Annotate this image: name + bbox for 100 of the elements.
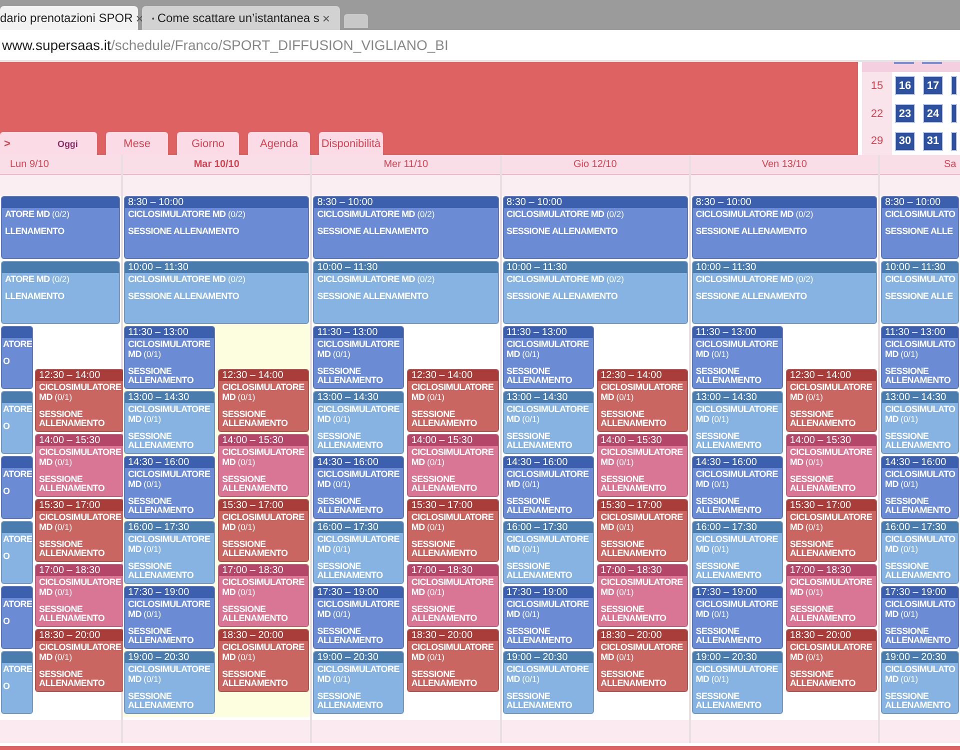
booking-slot[interactable]: 16:00 – 17:30 CICLOSIMULATORE MD (0/1) SESSIONE ALLENAMENTO (124, 521, 216, 584)
booking-slot[interactable]: 15:30 – 17:00 CICLOSIMULATORE MD (0/1) SESSIONE ALLENAMENTO (35, 499, 124, 562)
slot-description: O (3, 617, 11, 626)
booking-slot[interactable]: 12:30 – 14:00 CICLOSIMULATORE MD (0/1) SESSIONE ALLENAMENTO (407, 369, 498, 432)
date-tile[interactable]: 31 (923, 132, 943, 151)
booking-slot[interactable]: 16:00 – 17:30 CICLOSIMULATORE MD (0/1) SESSIONE ALLENAMENTO (502, 521, 594, 584)
date-tile[interactable] (951, 76, 957, 96)
booking-slot[interactable]: 8:30 – 10:00 CICLOSIMULATORE MD (0/2) SESSIONE ALLENAMENTO (692, 196, 877, 259)
booking-slot[interactable]: 14:30 – 16:00 CICLOSIMULATORE MD (0/1) SESSIONE ALLENAMENTO (124, 456, 216, 519)
booking-slot[interactable]: 10:00 – 11:30 CICLOSIMULATORE MD (0/2) SESSIONE ALLENAMENTO (124, 261, 310, 324)
booking-slot[interactable]: 17:30 – 19:00 CICLOSIMULATORE MD (0/1) SESSIONE ALLENAMENTO (124, 586, 216, 649)
view-tab[interactable]: Agenda (248, 132, 310, 155)
address-bar[interactable]: www.supersaas.it/schedule/Franco/SPORT_DIFFUSION_VIGLIANO_BI (2, 37, 448, 53)
booking-slot[interactable]: 19:00 – 20:30 CICLOSIMULATORE MD (0/1) SESSIONE ALLENAMENTO (692, 651, 783, 714)
booking-slot[interactable]: 10:00 – 11:30 CICLOSIMULATORE MD (0/2) SESSIONE ALLENAMENTO (692, 261, 877, 324)
booking-slot[interactable]: 13:00 – 14:30 CICLOSIMULATORE MD (0/1) SESSIONE ALLENAMENTO (502, 391, 594, 454)
booking-slot[interactable]: 15:30 – 17:00 CICLOSIMULATORE MD (0/1) SESSIONE ALLENAMENTO (786, 499, 877, 562)
booking-slot[interactable]: 13:00 – 14:30 CICLOSIMULATORE MD (0/1) SESSIONE ALLENAMENTO (692, 391, 783, 454)
booking-slot[interactable]: 11:30 – 13:00 CICLOSIMULATORE MD (0/1) SESSIONE ALLENAMENTO (313, 326, 404, 389)
booking-slot[interactable]: ATORE MD (0/2) LLENAMENTO (1, 196, 120, 259)
booking-slot[interactable]: 8:30 – 10:00 CICLOSIMULATORE MD (0/2) SESSIONE ALLENAMENTO (502, 196, 688, 259)
date-tile[interactable]: 17 (923, 76, 943, 96)
booking-slot[interactable]: ATORE O (1, 456, 33, 519)
booking-slot[interactable]: 16:00 – 17:30 CICLOSIMULATORE MD (0/1) SESSIONE ALLENAMENTO (313, 521, 404, 584)
booking-slot[interactable]: 18:30 – 20:00 CICLOSIMULATORE MD (0/1) SESSIONE ALLENAMENTO (407, 629, 498, 692)
booking-slot[interactable]: 8:30 – 10:00 CICLOSIMULATORE MD (0/2) SESSIONE ALLENAMENTO (313, 196, 498, 259)
slot-title: ATORE MD (0/2) (5, 274, 70, 284)
booking-slot[interactable]: 17:30 – 19:00 CICLOSIMULATORE MD (0/1) SESSIONE ALLENAMENTO (692, 586, 783, 649)
booking-slot[interactable]: 17:30 – 19:00 CICLOSIMULATORE MD (0/1) SESSIONE ALLENAMENTO (502, 586, 594, 649)
booking-slot[interactable]: ATORE O (1, 586, 33, 649)
slot-description: SESSIONE ALLENAMENTO (885, 562, 952, 580)
booking-slot[interactable]: 14:30 – 16:00 CICLOSIMULATORE MD (0/1) SESSIONE ALLENAMENTO (692, 456, 783, 519)
booking-slot[interactable]: 10:00 – 11:30 CICLOSIMULATO SESSIONE ALLE (881, 261, 959, 324)
next-arrow[interactable]: > (0, 138, 58, 150)
booking-slot[interactable]: 11:30 – 13:00 CICLOSIMULATORE MD (0/1) SESSIONE ALLENAMENTO (502, 326, 594, 389)
close-icon[interactable]: × (322, 10, 330, 26)
booking-slot[interactable]: 14:00 – 15:30 CICLOSIMULATORE MD (0/1) SESSIONE ALLENAMENTO (218, 434, 310, 497)
booking-slot[interactable]: 19:00 – 20:30 CICLOSIMULATORE MD (0/1) SESSIONE ALLENAMENTO (313, 651, 404, 714)
booking-slot[interactable]: 17:00 – 18:30 CICLOSIMULATORE MD (0/1) SESSIONE ALLENAMENTO (407, 564, 498, 627)
booking-slot[interactable]: 14:00 – 15:30 CICLOSIMULATORE MD (0/1) SESSIONE ALLENAMENTO (786, 434, 877, 497)
booking-slot[interactable]: 15:30 – 17:00 CICLOSIMULATORE MD (0/1) SESSIONE ALLENAMENTO (596, 499, 688, 562)
booking-slot[interactable]: 15:30 – 17:00 CICLOSIMULATORE MD (0/1) SESSIONE ALLENAMENTO (407, 499, 498, 562)
booking-slot[interactable]: 16:00 – 17:30 CICLOSIMULATORE MD (0/1) SESSIONE ALLENAMENTO (692, 521, 783, 584)
booking-slot[interactable]: 18:30 – 20:00 CICLOSIMULATORE MD (0/1) SESSIONE ALLENAMENTO (786, 629, 877, 692)
slot-description: SESSIONE ALLENAMENTO (39, 670, 106, 688)
slot-time: 14:00 – 15:30 (222, 435, 284, 446)
booking-slot[interactable]: 10:00 – 11:30 CICLOSIMULATORE MD (0/2) SESSIONE ALLENAMENTO (502, 261, 688, 324)
date-tile[interactable]: 30 (895, 132, 915, 151)
date-tile[interactable]: 24 (923, 104, 943, 123)
date-tile[interactable] (951, 104, 957, 123)
slot-description: SESSIONE ALLENAMENTO (696, 692, 762, 710)
booking-slot[interactable]: 14:30 – 16:00 CICLOSIMULATORE MD (0/1) SESSIONE ALLENAMENTO (502, 456, 594, 519)
booking-slot[interactable]: 14:00 – 15:30 CICLOSIMULATORE MD (0/1) SESSIONE ALLENAMENTO (596, 434, 688, 497)
booking-slot[interactable]: 12:30 – 14:00 CICLOSIMULATORE MD (0/1) SESSIONE ALLENAMENTO (596, 369, 688, 432)
slot-description: SESSIONE ALLENAMENTO (317, 562, 384, 580)
booking-slot[interactable]: 16:00 – 17:30 CICLOSIMULATO MD (0/1) SESSIONE ALLENAMENTO (881, 521, 959, 584)
slot-time: 19:00 – 20:30 (696, 652, 757, 663)
booking-slot[interactable]: 18:30 – 20:00 CICLOSIMULATORE MD (0/1) SESSIONE ALLENAMENTO (35, 629, 124, 692)
slot-title: CICLOSIMULATORE MD (0/2) (128, 209, 246, 219)
booking-slot[interactable]: 17:00 – 18:30 CICLOSIMULATORE MD (0/1) SESSIONE ALLENAMENTO (35, 564, 124, 627)
booking-slot[interactable]: 19:00 – 20:30 CICLOSIMULATORE MD (0/1) SESSIONE ALLENAMENTO (502, 651, 594, 714)
view-tab[interactable]: Mese (106, 132, 168, 155)
booking-slot[interactable]: 17:30 – 19:00 CICLOSIMULATO MD (0/1) SESSIONE ALLENAMENTO (881, 586, 959, 649)
booking-slot[interactable]: 13:00 – 14:30 CICLOSIMULATO MD (0/1) SESSIONE ALLENAMENTO (881, 391, 959, 454)
booking-slot[interactable]: 14:00 – 15:30 CICLOSIMULATORE MD (0/1) SESSIONE ALLENAMENTO (407, 434, 498, 497)
booking-slot[interactable]: 14:30 – 16:00 CICLOSIMULATORE MD (0/1) SESSIONE ALLENAMENTO (313, 456, 404, 519)
booking-slot[interactable]: ATORE O (1, 326, 33, 389)
booking-slot[interactable]: 11:30 – 13:00 CICLOSIMULATO MD (0/1) SESSIONE ALLENAMENTO (881, 326, 959, 389)
booking-slot[interactable]: 10:00 – 11:30 CICLOSIMULATORE MD (0/2) SESSIONE ALLENAMENTO (313, 261, 498, 324)
booking-slot[interactable]: 12:30 – 14:00 CICLOSIMULATORE MD (0/1) SESSIONE ALLENAMENTO (218, 369, 310, 432)
booking-slot[interactable]: 14:30 – 16:00 CICLOSIMULATO MD (0/1) SESSIONE ALLENAMENTO (881, 456, 959, 519)
booking-slot[interactable]: 17:00 – 18:30 CICLOSIMULATORE MD (0/1) SESSIONE ALLENAMENTO (596, 564, 688, 627)
booking-slot[interactable]: 14:00 – 15:30 CICLOSIMULATORE MD (0/1) SESSIONE ALLENAMENTO (35, 434, 124, 497)
browser-tab[interactable]: Come scattare un’istantanea s × (142, 6, 340, 30)
view-tab[interactable]: Giorno (177, 132, 239, 155)
booking-slot[interactable]: 13:00 – 14:30 CICLOSIMULATORE MD (0/1) SESSIONE ALLENAMENTO (313, 391, 404, 454)
booking-slot[interactable]: 13:00 – 14:30 CICLOSIMULATORE MD (0/1) SESSIONE ALLENAMENTO (124, 391, 216, 454)
booking-slot[interactable]: 19:00 – 20:30 CICLOSIMULATORE MD (0/1) SESSIONE ALLENAMENTO (124, 651, 216, 714)
date-tile[interactable] (951, 132, 957, 151)
date-tile[interactable]: 23 (895, 104, 915, 123)
booking-slot[interactable]: 11:30 – 13:00 CICLOSIMULATORE MD (0/1) SESSIONE ALLENAMENTO (692, 326, 783, 389)
booking-slot[interactable]: 12:30 – 14:00 CICLOSIMULATORE MD (0/1) SESSIONE ALLENAMENTO (786, 369, 877, 432)
view-tab[interactable]: Disponibilità (319, 132, 383, 155)
slot-title: CICLOSIMULATORE MD (0/1) (411, 512, 495, 532)
slot-description: SESSIONE ALLENAMENTO (696, 497, 762, 515)
booking-slot[interactable]: 8:30 – 10:00 CICLOSIMULATO SESSIONE ALLE (881, 196, 959, 259)
booking-slot[interactable]: 19:00 – 20:30 CICLOSIMULATO MD (0/1) SESSIONE ALLENAMENTO (881, 651, 959, 714)
booking-slot[interactable]: 18:30 – 20:00 CICLOSIMULATORE MD (0/1) SESSIONE ALLENAMENTO (218, 629, 310, 692)
booking-slot[interactable]: 8:30 – 10:00 CICLOSIMULATORE MD (0/2) SESSIONE ALLENAMENTO (124, 196, 310, 259)
booking-slot[interactable]: 18:30 – 20:00 CICLOSIMULATORE MD (0/1) SESSIONE ALLENAMENTO (596, 629, 688, 692)
booking-slot[interactable]: 12:30 – 14:00 CICLOSIMULATORE MD (0/1) SESSIONE ALLENAMENTO (35, 369, 124, 432)
date-tile[interactable]: 16 (895, 76, 915, 96)
booking-slot[interactable]: 11:30 – 13:00 CICLOSIMULATORE MD (0/1) SESSIONE ALLENAMENTO (124, 326, 216, 389)
view-tab[interactable]: > Oggi (0, 132, 97, 155)
booking-slot[interactable]: 17:30 – 19:00 CICLOSIMULATORE MD (0/1) SESSIONE ALLENAMENTO (313, 586, 404, 649)
slot-title: CICLOSIMULATO MD (0/1) (885, 469, 956, 489)
booking-slot[interactable]: 15:30 – 17:00 CICLOSIMULATORE MD (0/1) SESSIONE ALLENAMENTO (218, 499, 310, 562)
slot-title: CICLOSIMULATORE MD (0/1) (790, 577, 874, 597)
booking-slot[interactable]: 17:00 – 18:30 CICLOSIMULATORE MD (0/1) SESSIONE ALLENAMENTO (218, 564, 310, 627)
booking-slot[interactable]: 17:00 – 18:30 CICLOSIMULATORE MD (0/1) SESSIONE ALLENAMENTO (786, 564, 877, 627)
